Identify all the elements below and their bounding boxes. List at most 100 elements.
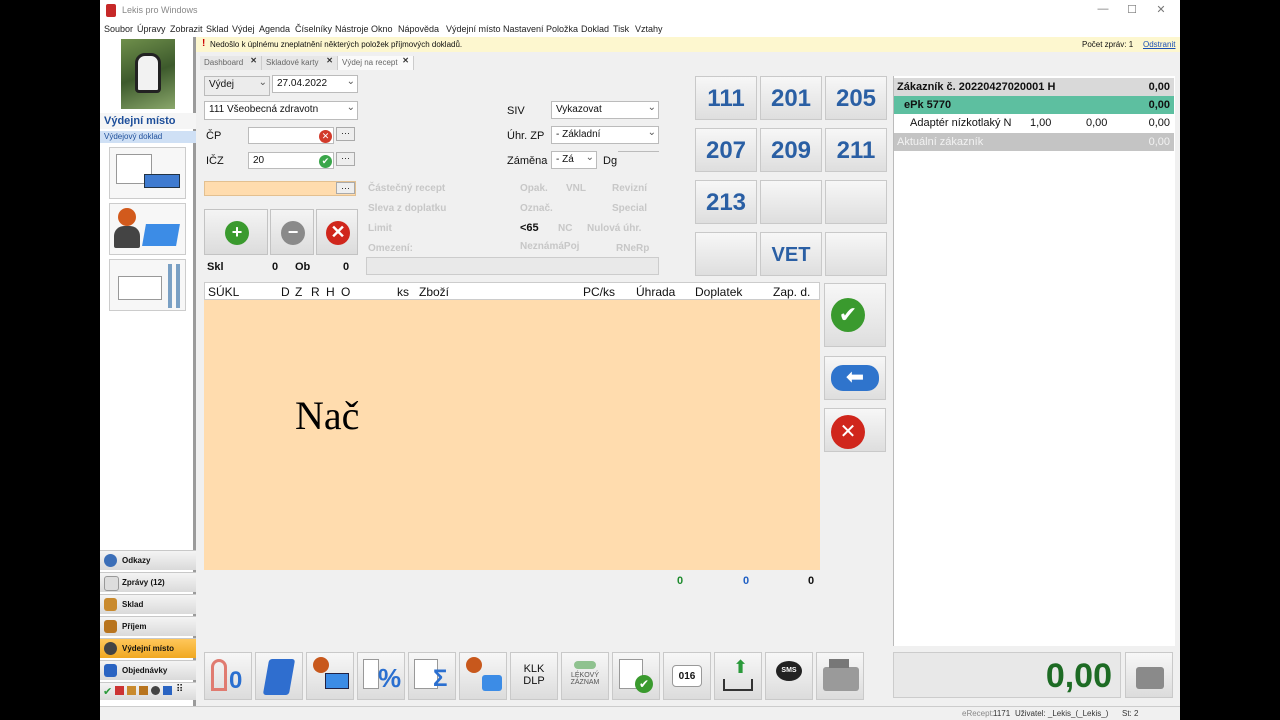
- menu-upravy[interactable]: Úpravy: [137, 24, 166, 34]
- col-sukl[interactable]: SÚKL: [208, 285, 239, 299]
- item-row[interactable]: Adaptér nízkotlaký N 1,00 0,00 0,00: [894, 114, 1174, 132]
- col-zbozi[interactable]: Zboží: [419, 285, 449, 299]
- flag-nulova-uhr[interactable]: Nulová úhr.: [587, 223, 641, 234]
- customer-basket-icon[interactable]: [109, 203, 186, 255]
- nav-vydejni-misto[interactable]: Výdejní místo: [100, 638, 196, 658]
- flag-vnl[interactable]: VNL: [566, 183, 586, 194]
- uhr-select[interactable]: - Základní: [551, 126, 659, 144]
- epk-row[interactable]: ePk 5770 0,00: [894, 96, 1174, 114]
- cp-more-button[interactable]: ···: [336, 127, 355, 141]
- nav-odkazy[interactable]: Odkazy: [100, 550, 196, 570]
- menu-doklad[interactable]: Doklad: [581, 24, 609, 34]
- menu-vydej[interactable]: Výdej: [232, 24, 255, 34]
- maximize-icon[interactable]: ☐: [1119, 3, 1145, 19]
- col-uhrada[interactable]: Úhrada: [636, 285, 675, 299]
- current-customer-row[interactable]: Aktuální zákazník 0,00: [894, 133, 1174, 151]
- flag-sleva[interactable]: Sleva z doplatku: [368, 203, 446, 214]
- remove-link[interactable]: Odstranit: [1143, 40, 1175, 49]
- check-icon[interactable]: ✔: [103, 685, 112, 698]
- flag-special[interactable]: Special: [612, 203, 647, 214]
- flag-rnerp[interactable]: RNeRp: [616, 243, 649, 254]
- col-ks[interactable]: ks: [397, 285, 409, 299]
- menu-nastaveni[interactable]: Nastavení: [503, 24, 544, 34]
- customer-title-row[interactable]: Zákazník č. 20220427020001 H 0,00: [894, 78, 1174, 96]
- toolbar-016-button[interactable]: 016: [663, 652, 711, 700]
- menu-tisk[interactable]: Tisk: [613, 24, 629, 34]
- code-button-207[interactable]: 207: [695, 128, 757, 172]
- code-button-213[interactable]: 213: [695, 180, 757, 224]
- menu-agenda[interactable]: Agenda: [259, 24, 290, 34]
- add-item-button[interactable]: +: [204, 209, 268, 255]
- person-icon[interactable]: [151, 686, 160, 695]
- nav-prijem[interactable]: Příjem: [100, 616, 196, 636]
- code-button-209[interactable]: 209: [760, 128, 822, 172]
- cart-icon[interactable]: [163, 686, 172, 695]
- back-button[interactable]: ⬅: [824, 356, 886, 400]
- tab-close-icon[interactable]: ✕: [326, 56, 333, 65]
- toolbar-upload-button[interactable]: ⬆: [714, 652, 762, 700]
- tab-close-icon[interactable]: ✕: [402, 56, 409, 65]
- siv-select[interactable]: Vykazovat: [551, 101, 659, 119]
- inbox-icon[interactable]: [139, 686, 148, 695]
- doc-card-icon[interactable]: [109, 147, 186, 199]
- menu-napoveda[interactable]: Nápověda: [398, 24, 439, 34]
- col-z[interactable]: Z: [295, 285, 302, 299]
- remove-item-button[interactable]: −: [270, 209, 314, 255]
- menu-okno[interactable]: Okno: [371, 24, 393, 34]
- tab-skladove-karty[interactable]: Skladové karty ✕: [262, 56, 338, 70]
- code-button-empty[interactable]: [695, 232, 757, 276]
- flag-under65[interactable]: <65: [520, 222, 539, 234]
- minimize-icon[interactable]: —: [1090, 3, 1116, 19]
- cp-clear-icon[interactable]: ✕: [319, 130, 332, 143]
- menu-soubor[interactable]: Soubor: [104, 24, 133, 34]
- menu-zobrazit[interactable]: Zobrazit: [170, 24, 203, 34]
- menu-vydejni-misto[interactable]: Výdejní místo: [446, 24, 501, 34]
- menu-nastroje[interactable]: Nástroje: [335, 24, 369, 34]
- col-d[interactable]: D: [281, 285, 290, 299]
- tab-close-icon[interactable]: ✕: [250, 56, 257, 65]
- alert-icon[interactable]: [115, 686, 124, 695]
- insurer-select[interactable]: 111 Všeobecná zdravotn: [204, 101, 358, 120]
- col-pc-ks[interactable]: PC/ks: [583, 285, 615, 299]
- nav-objednavky[interactable]: Objednávky: [100, 660, 196, 680]
- dg-field[interactable]: [618, 151, 659, 169]
- menu-sklad[interactable]: Sklad: [206, 24, 229, 34]
- menu-polozka[interactable]: Položka: [546, 24, 578, 34]
- col-doplatek[interactable]: Doplatek: [695, 285, 742, 299]
- code-button-111[interactable]: 111: [695, 76, 757, 120]
- extra-more-button[interactable]: ···: [336, 182, 355, 194]
- nav-zpravy[interactable]: Zprávy (12): [100, 572, 196, 592]
- menu-vztahy[interactable]: Vztahy: [635, 24, 663, 34]
- toolbar-medical-kit-button[interactable]: [459, 652, 507, 700]
- flag-neznamapoj[interactable]: NeznámáPoj: [520, 241, 579, 252]
- zamena-select[interactable]: - Zá: [551, 151, 597, 169]
- close-icon[interactable]: ✕: [1148, 3, 1174, 19]
- col-zap-d[interactable]: Zap. d.: [773, 285, 810, 299]
- code-button-empty[interactable]: [825, 180, 887, 224]
- toolbar-sum-button[interactable]: Σ: [408, 652, 456, 700]
- nav-sklad[interactable]: Sklad: [100, 594, 196, 614]
- col-r[interactable]: R: [311, 285, 320, 299]
- toolbar-discount-button[interactable]: %: [357, 652, 405, 700]
- flag-nc[interactable]: NC: [558, 223, 572, 234]
- type-select[interactable]: Výdej: [204, 76, 270, 96]
- code-button-211[interactable]: 211: [825, 128, 887, 172]
- toolbar-customer-card-button[interactable]: [306, 652, 354, 700]
- items-grid-body[interactable]: Nač: [204, 300, 820, 570]
- code-button-201[interactable]: 201: [760, 76, 822, 120]
- col-h[interactable]: H: [326, 285, 335, 299]
- tab-vydej-na-recept[interactable]: Výdej na recept ✕: [338, 56, 414, 70]
- flag-oznac[interactable]: Označ.: [520, 203, 553, 214]
- toolbar-sms-button[interactable]: SMS: [765, 652, 813, 700]
- toolbar-cash-register-button[interactable]: [816, 652, 864, 700]
- code-button-empty[interactable]: [760, 180, 822, 224]
- toolbar-doc-check-button[interactable]: ✔: [612, 652, 660, 700]
- toolbar-lekovy-zaznam-button[interactable]: LÉKOVÝ ZÁZNAM: [561, 652, 609, 700]
- more-icon[interactable]: ⠿: [176, 684, 183, 695]
- crutches-doc-icon[interactable]: [109, 259, 186, 311]
- toolbar-klk-dlp-button[interactable]: KLK DLP: [510, 652, 558, 700]
- print-receipt-button[interactable]: [1125, 652, 1173, 698]
- col-o[interactable]: O: [341, 285, 350, 299]
- flag-omezeni[interactable]: Omezení:: [368, 243, 413, 254]
- flag-castecny-recept[interactable]: Částečný recept: [368, 183, 445, 194]
